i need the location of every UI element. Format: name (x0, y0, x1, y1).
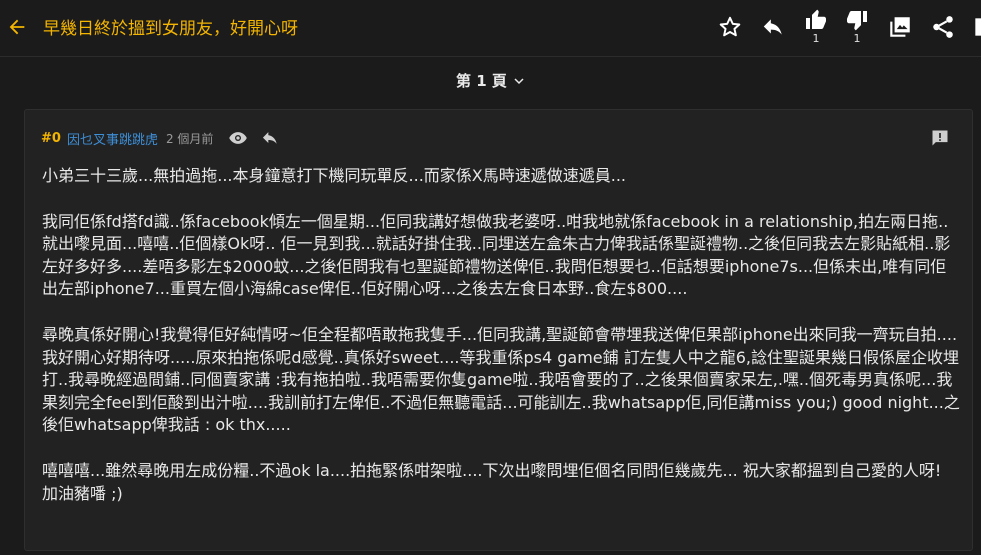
share-icon (933, 16, 953, 38)
more-menu-button[interactable] (971, 14, 981, 40)
dislike-count: 1 (853, 32, 861, 45)
paragraph: 我同佢係fd搭fd識..係facebook傾左一個星期...佢同我講好想做我老婆… (42, 211, 951, 299)
share-button[interactable] (930, 14, 956, 40)
chevron-down-icon (514, 77, 524, 84)
post-card: #0 因乜叉事跳跳虎 2 個月前 小弟三十三歲...無拍過拖...本身鐘意打下機… (24, 109, 973, 551)
page-selector: 第 1 頁 (0, 70, 981, 91)
post-content: 小弟三十三歲...無拍過拖...本身鐘意打下機同玩單反...而家係X馬時速遞做速… (42, 165, 960, 528)
thumbs-up-icon (806, 9, 826, 29)
eye-icon[interactable] (227, 128, 249, 148)
dislike-button[interactable] (844, 8, 870, 34)
image-icon (890, 17, 910, 37)
floor-number: #0 (41, 130, 61, 146)
page-dropdown[interactable]: 第 1 頁 (456, 70, 525, 91)
quote-reply-icon[interactable] (259, 128, 281, 148)
page-label: 第 1 頁 (456, 72, 507, 90)
top-bar: 早幾日終於搵到女朋友，好開心呀 1 1 (0, 0, 981, 57)
report-icon[interactable] (930, 128, 950, 148)
post-time: 2 個月前 (165, 131, 214, 146)
thread-title: 早幾日終於搵到女朋友，好開心呀 (43, 19, 298, 39)
star-icon (719, 16, 741, 37)
reply-button[interactable] (760, 14, 786, 40)
author-name[interactable]: 因乜叉事跳跳虎 (67, 129, 158, 148)
paragraph: 嘻嘻嘻...雖然尋晚用左成份糧..不過ok la....拍拖緊係咁架啦....下… (42, 460, 942, 503)
images-button[interactable] (887, 14, 913, 40)
more-icon (975, 18, 981, 36)
back-arrow-icon[interactable] (6, 16, 28, 38)
thumbs-down-icon (847, 11, 867, 31)
like-button[interactable] (803, 8, 829, 34)
bookmark-star-button[interactable] (717, 14, 743, 40)
paragraph: 尋晚真係好開心!我覺得佢好純情呀~佢全程都唔敢拖我隻手...佢同我講,聖誕節會帶… (42, 324, 960, 435)
paragraph: 小弟三十三歲...無拍過拖...本身鐘意打下機同玩單反...而家係X馬時速遞做速… (42, 166, 626, 185)
like-count: 1 (812, 32, 820, 45)
reply-icon (763, 19, 782, 35)
post-header: #0 因乜叉事跳跳虎 2 個月前 (41, 128, 291, 148)
